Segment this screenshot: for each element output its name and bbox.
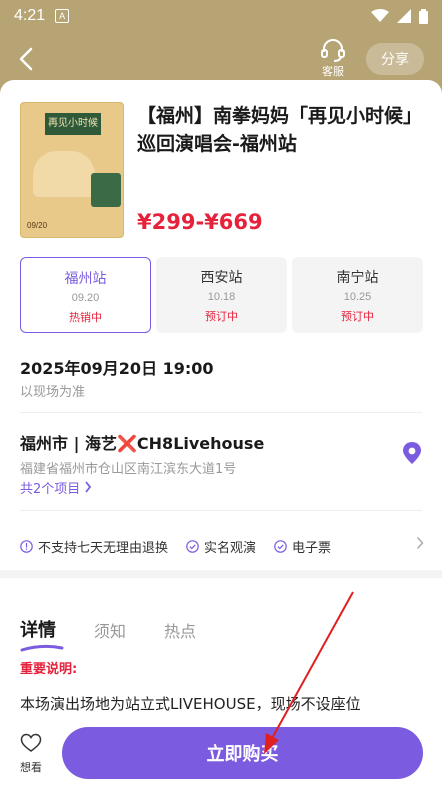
chevron-right-icon: [85, 481, 92, 493]
station-nanning[interactable]: 南宁站 10.25 预订中: [292, 257, 423, 333]
station-date: 09.20: [71, 292, 100, 304]
battery-icon: [419, 8, 428, 24]
check-circle-icon: [186, 539, 199, 553]
divider: [20, 510, 422, 511]
info-circle-icon: [20, 539, 33, 553]
venue-x-mark: ❌: [117, 434, 137, 453]
projects-link-label: 共2个项目: [20, 482, 81, 497]
poster-artwork: [33, 151, 95, 197]
station-xian[interactable]: 西安站 10.18 预订中: [156, 257, 287, 333]
poster-logo: [91, 173, 121, 207]
important-note-label: 重要说明:: [20, 662, 78, 677]
venue-projects-link[interactable]: 共2个项目: [20, 478, 92, 497]
tab-details[interactable]: 详情: [20, 616, 64, 652]
event-poster[interactable]: 再见小时候 09/20: [20, 102, 124, 238]
poster-title: 再见小时候: [45, 113, 101, 135]
share-button[interactable]: 分享: [366, 43, 424, 75]
detail-tabs: 详情 须知 热点: [20, 602, 234, 652]
policy-real-name: 实名观演: [186, 537, 256, 556]
customer-service-label: 客服: [322, 65, 344, 78]
service-policies[interactable]: 不支持七天无理由退换 实名观演 电子票: [20, 536, 424, 556]
wifi-icon: [371, 9, 389, 22]
station-selector: 福州站 09.20 热销中 西安站 10.18 预订中 南宁站 10.25 预订…: [20, 257, 423, 333]
policy-no-return: 不支持七天无理由退换: [20, 537, 168, 556]
want-to-see-button[interactable]: 想看: [14, 733, 48, 775]
chevron-right-icon: [416, 536, 424, 550]
buy-now-button[interactable]: 立即购买: [62, 727, 423, 779]
tab-underline-icon: [20, 644, 64, 652]
status-time: 4:21: [14, 7, 46, 24]
station-status: 预订中: [341, 310, 374, 323]
back-arrow-icon[interactable]: [14, 46, 40, 72]
tab-label: 详情: [20, 620, 56, 641]
station-name: 南宁站: [336, 270, 379, 286]
policy-label: 电子票: [292, 540, 332, 556]
venue-name-suffix: CH8Livehouse: [136, 434, 265, 453]
check-circle-icon: [274, 539, 287, 553]
venue-name[interactable]: 福州市 | 海艺❌CH8Livehouse: [20, 430, 264, 454]
venue-address: 福建省福州市仓山区南江滨东大道1号: [20, 462, 237, 477]
event-card: 再见小时候 09/20 【福州】南拳妈妈「再见小时候」巡回演唱会-福州站 ¥29…: [0, 80, 442, 787]
divider: [20, 412, 422, 413]
station-fuzhou[interactable]: 福州站 09.20 热销中: [20, 257, 151, 333]
datetime-note: 以现场为准: [20, 385, 86, 400]
event-title: 【福州】南拳妈妈「再见小时候」巡回演唱会-福州站: [137, 105, 423, 155]
station-date: 10.18: [207, 291, 236, 303]
station-status: 预订中: [205, 310, 238, 323]
status-bar: 4:21 A: [0, 0, 442, 32]
section-gap: [0, 570, 442, 578]
heart-icon: [20, 733, 42, 752]
tab-hot[interactable]: 热点: [164, 618, 196, 642]
bottom-bar: 想看 立即购买: [0, 711, 442, 787]
location-pin-icon[interactable]: [400, 441, 424, 465]
event-datetime: 2025年09月20日 19:00: [20, 359, 214, 378]
station-name: 西安站: [200, 270, 243, 286]
policy-e-ticket: 电子票: [274, 537, 331, 556]
station-status: 热销中: [69, 311, 102, 324]
signal-icon: [397, 9, 411, 23]
venue-city: 福州市 | 海艺: [20, 434, 117, 453]
policy-label: 实名观演: [204, 540, 257, 556]
notification-badge-icon: A: [55, 9, 70, 23]
want-to-see-label: 想看: [20, 761, 42, 774]
event-price: ¥299-¥669: [137, 210, 263, 234]
station-name: 福州站: [64, 271, 107, 287]
station-date: 10.25: [343, 291, 372, 303]
headset-icon: [321, 39, 345, 62]
tab-notice[interactable]: 须知: [94, 618, 126, 642]
policy-label: 不支持七天无理由退换: [38, 540, 169, 556]
poster-date: 09/20: [27, 221, 48, 230]
